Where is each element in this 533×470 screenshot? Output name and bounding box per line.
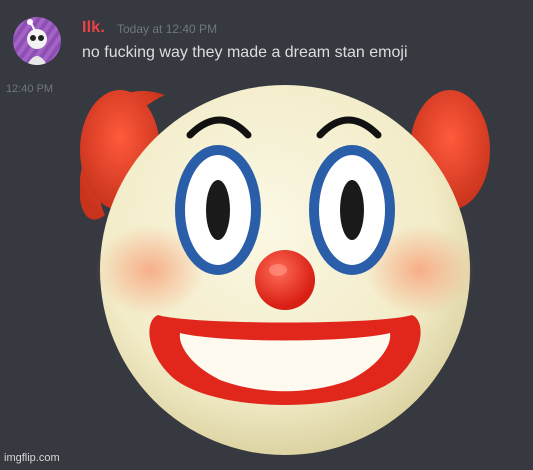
imgflip-watermark: imgflip.com [4, 452, 60, 464]
username[interactable]: Ilk. [82, 19, 105, 37]
message-timestamp: Today at 12:40 PM [117, 22, 218, 36]
hover-timestamp: 12:40 PM [6, 83, 54, 95]
chat-area: Ilk. Today at 12:40 PM no fucking way th… [0, 0, 533, 468]
user-avatar[interactable] [13, 17, 61, 65]
message-text: no fucking way they made a dream stan em… [82, 44, 408, 61]
purple-alien-avatar-icon [13, 17, 61, 65]
clown-face-emoji-attachment[interactable] [79, 75, 490, 465]
chat-message[interactable]: Ilk. Today at 12:40 PM no fucking way th… [0, 0, 533, 80]
clown-face-emoji-icon [79, 85, 490, 455]
